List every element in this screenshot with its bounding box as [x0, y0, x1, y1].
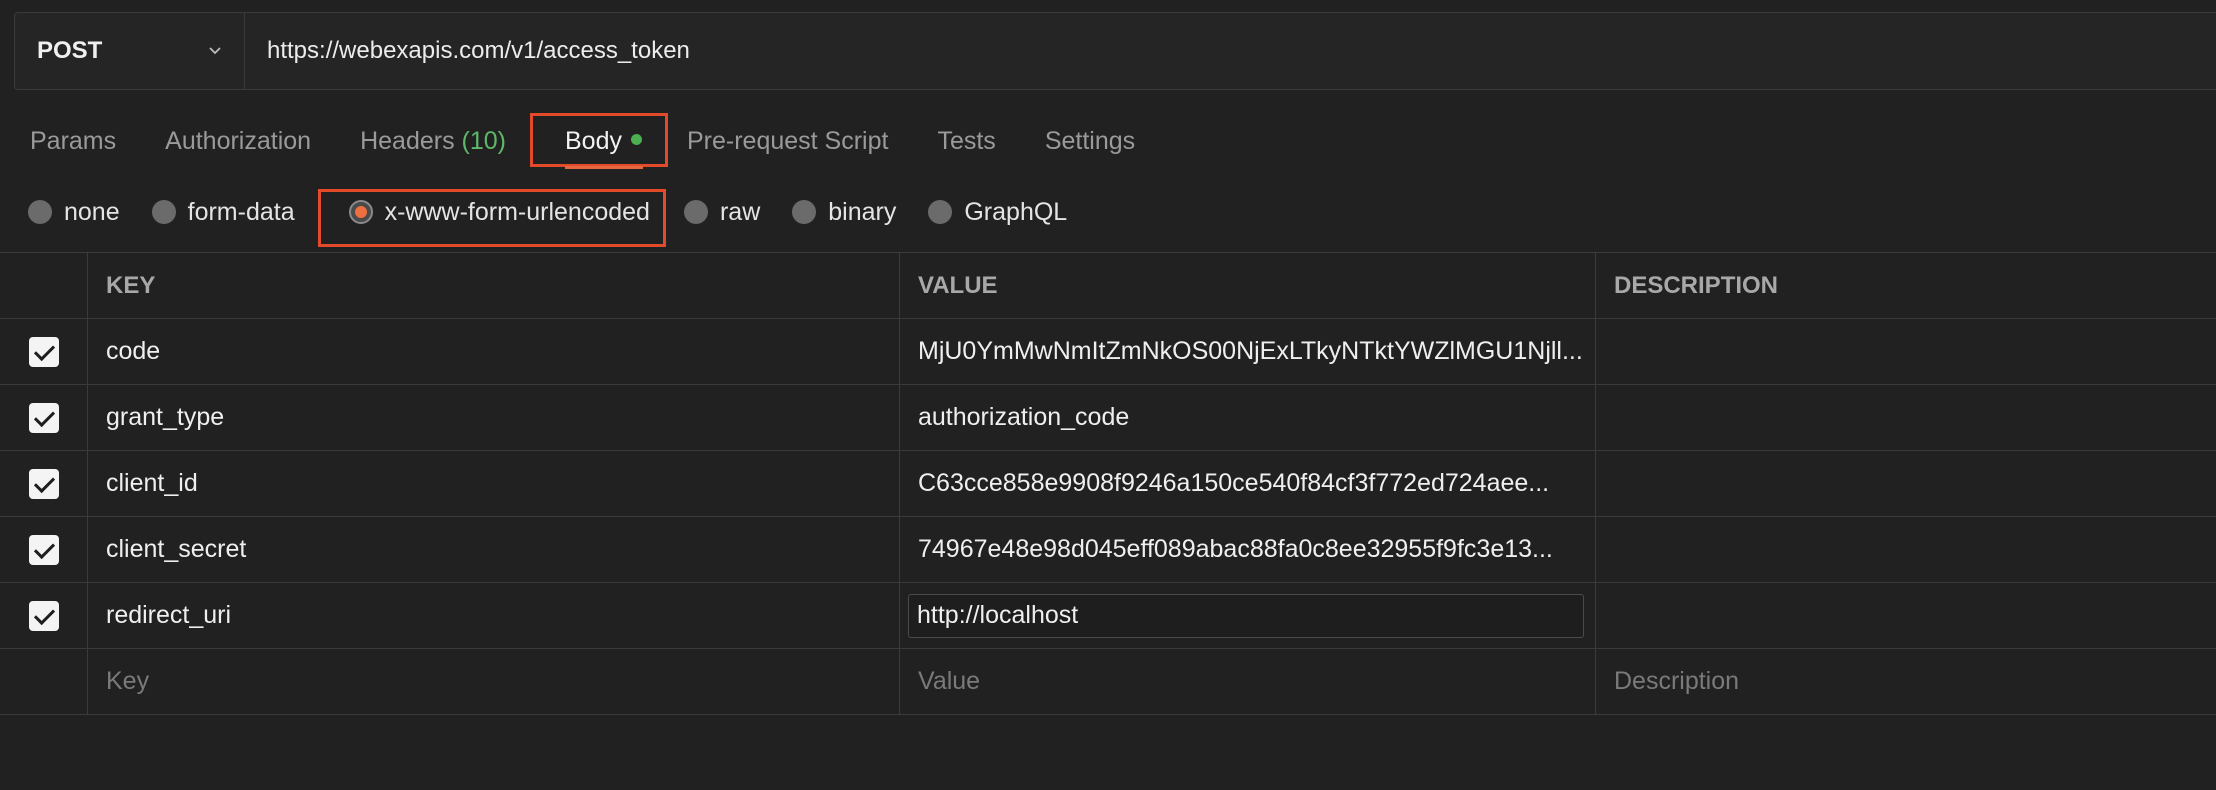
value-text: 74967e48e98d045eff089abac88fa0c8ee32955f… [918, 535, 1553, 563]
table-row: client_id C63cce858e9908f9246a150ce540f8… [0, 451, 2216, 517]
radio-circle-icon [28, 200, 52, 224]
tab-tests[interactable]: Tests [937, 127, 995, 156]
active-tab-underline [565, 166, 643, 169]
url-input[interactable]: https://webexapis.com/v1/access_token [245, 13, 2216, 89]
row-checkbox[interactable] [28, 600, 59, 631]
radio-none-label: none [64, 197, 120, 226]
method-label: POST [37, 37, 103, 64]
row-checkbox-cell [0, 385, 88, 450]
urlencoded-params-table: KEY VALUE DESCRIPTION code MjU0YmMwNmItZ… [0, 252, 2216, 715]
tab-tests-label: Tests [937, 126, 996, 155]
key-text: client_id [106, 469, 198, 497]
radio-circle-icon [928, 200, 953, 224]
row-checkbox-cell [0, 649, 88, 714]
radio-circle-icon [151, 200, 176, 224]
radio-selected-icon [348, 200, 373, 224]
column-header-description: DESCRIPTION [1614, 271, 1779, 299]
key-text: client_secret [106, 535, 247, 563]
tab-pre-request-script[interactable]: Pre-request Script [687, 127, 888, 156]
radio-graphql-label: GraphQL [964, 197, 1068, 226]
row-checkbox[interactable] [28, 402, 59, 433]
table-row: grant_type authorization_code [0, 385, 2216, 451]
tab-body-label: Body [565, 126, 622, 155]
radio-binary[interactable]: binary [792, 198, 896, 227]
value-text: C63cce858e9908f9246a150ce540f84cf3f772ed… [918, 469, 1550, 497]
tab-pre-request-script-label: Pre-request Script [686, 126, 889, 155]
value-cell[interactable]: 74967e48e98d045eff089abac88fa0c8ee32955f… [900, 517, 1596, 582]
value-cell[interactable]: C63cce858e9908f9246a150ce540f84cf3f772ed… [900, 451, 1596, 516]
request-tabs: Params Authorization Headers (10) Body P… [30, 111, 1184, 171]
key-cell[interactable]: grant_type [88, 385, 900, 450]
column-header-value: VALUE [900, 253, 1596, 318]
row-checkbox-cell [0, 517, 88, 582]
value-edit-input[interactable]: http://localhost [908, 593, 1584, 638]
headers-count-badge: (10) [461, 126, 506, 155]
radio-raw-label: raw [719, 197, 761, 226]
value-placeholder: Value [918, 667, 981, 695]
table-header-row: KEY VALUE DESCRIPTION [0, 252, 2216, 319]
radio-x-www-form-urlencoded[interactable]: x-www-form-urlencoded [348, 197, 650, 227]
tab-settings[interactable]: Settings [1045, 127, 1135, 156]
body-active-dot-icon [630, 134, 642, 146]
radio-form-data[interactable]: form-data [151, 197, 295, 227]
tab-authorization-label: Authorization [165, 126, 312, 155]
radio-graphql[interactable]: GraphQL [928, 198, 1067, 227]
radio-none[interactable]: none [28, 198, 120, 227]
key-cell[interactable]: client_id [88, 451, 900, 516]
row-checkbox[interactable] [28, 534, 59, 565]
radio-x-www-form-urlencoded-label: x-www-form-urlencoded [384, 197, 650, 226]
radio-raw[interactable]: raw [683, 197, 761, 227]
description-cell[interactable] [1596, 385, 2216, 450]
radio-form-data-label: form-data [187, 197, 295, 226]
value-text: MjU0YmMwNmItZmNkOS00NjExLTkyNTktYWZlMGU1… [918, 337, 1583, 365]
key-text: grant_type [106, 403, 225, 431]
new-key-input[interactable]: Key [88, 649, 900, 714]
body-type-radio-group: none form-data x-www-form-urlencoded raw… [28, 190, 1099, 234]
chevron-down-icon [209, 47, 221, 55]
description-placeholder: Description [1614, 667, 1740, 695]
key-cell[interactable]: code [88, 319, 900, 384]
new-value-input[interactable]: Value [900, 649, 1596, 714]
new-param-row: Key Value Description [0, 649, 2216, 715]
key-placeholder: Key [106, 667, 150, 695]
tab-headers-label: Headers [360, 126, 455, 155]
description-cell[interactable] [1596, 319, 2216, 384]
tab-body[interactable]: Body [565, 127, 642, 156]
key-text: code [106, 337, 161, 365]
value-text: authorization_code [918, 403, 1130, 431]
new-description-input[interactable]: Description [1596, 649, 2216, 714]
value-cell[interactable]: MjU0YmMwNmItZmNkOS00NjExLTkyNTktYWZlMGU1… [900, 319, 1596, 384]
tab-params[interactable]: Params [30, 127, 116, 156]
table-row: redirect_uri http://localhost [0, 583, 2216, 649]
tab-params-label: Params [30, 126, 117, 155]
radio-binary-label: binary [828, 197, 897, 226]
key-cell[interactable]: redirect_uri [88, 583, 900, 648]
key-text: redirect_uri [106, 601, 232, 629]
method-select[interactable]: POST [15, 13, 245, 89]
description-cell[interactable] [1596, 517, 2216, 582]
column-header-key: KEY [88, 253, 900, 318]
tab-settings-label: Settings [1044, 126, 1136, 155]
value-text: http://localhost [917, 601, 1079, 629]
request-url-bar: POST https://webexapis.com/v1/access_tok… [14, 12, 2216, 90]
value-cell[interactable]: authorization_code [900, 385, 1596, 450]
key-cell[interactable]: client_secret [88, 517, 900, 582]
tab-authorization[interactable]: Authorization [165, 127, 311, 156]
url-text: https://webexapis.com/v1/access_token [267, 37, 690, 64]
radio-circle-icon [792, 200, 817, 224]
description-cell[interactable] [1596, 583, 2216, 648]
row-checkbox[interactable] [28, 468, 59, 499]
value-cell[interactable]: http://localhost [900, 583, 1596, 648]
table-row: code MjU0YmMwNmItZmNkOS00NjExLTkyNTktYWZ… [0, 319, 2216, 385]
tab-headers[interactable]: Headers (10) [360, 127, 506, 156]
row-checkbox-cell [0, 319, 88, 384]
header-checkbox-cell [0, 253, 88, 318]
radio-circle-icon [683, 200, 708, 224]
row-checkbox[interactable] [28, 336, 59, 367]
row-checkbox-cell [0, 583, 88, 648]
table-row: client_secret 74967e48e98d045eff089abac8… [0, 517, 2216, 583]
description-cell[interactable] [1596, 451, 2216, 516]
row-checkbox-cell [0, 451, 88, 516]
